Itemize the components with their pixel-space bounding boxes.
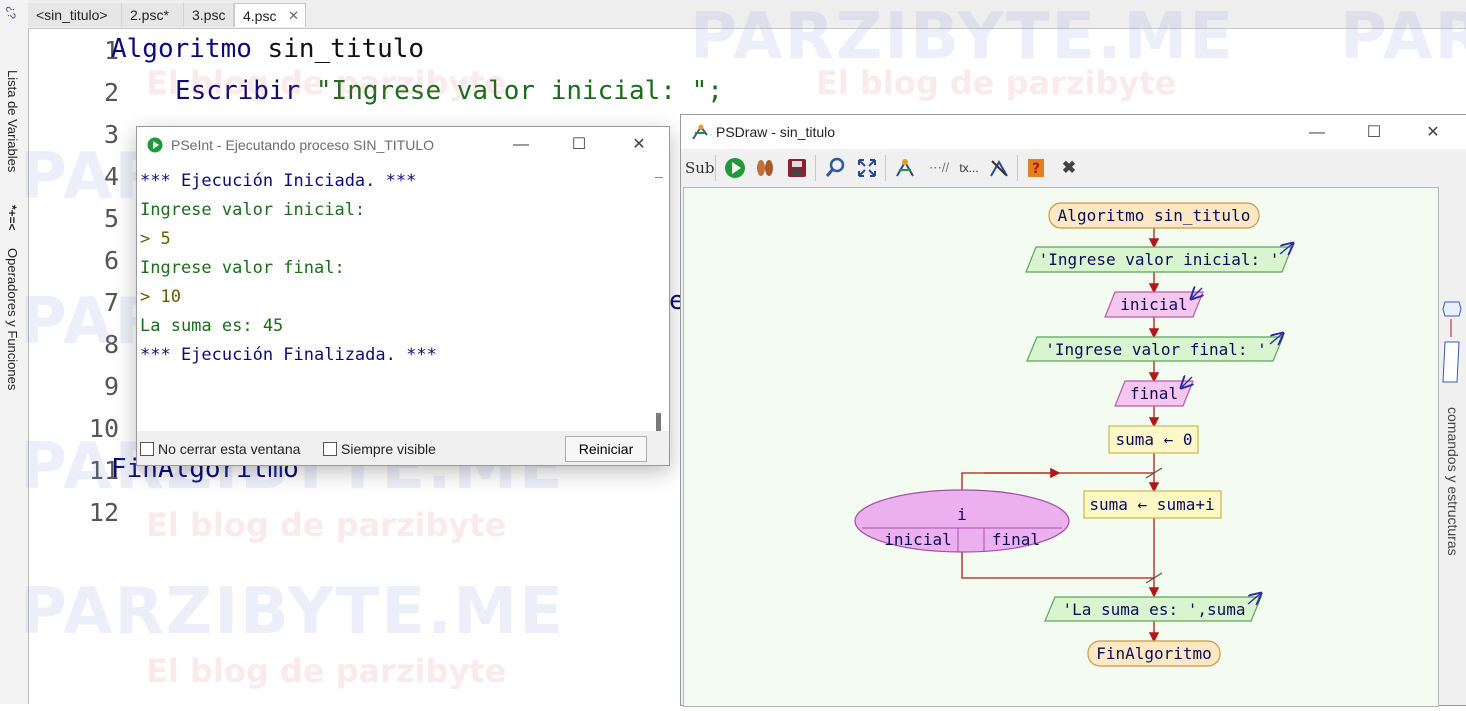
code-line-1: Algoritmo sin_titulo [111,34,424,64]
console-line: > 5 [140,229,171,249]
line-number: 9 [103,372,119,401]
tab-2-psc[interactable]: 2.psc* [122,3,184,27]
console-line: > 10 [140,287,181,307]
edit-shape-icon[interactable] [987,157,1011,179]
operators-functions-tab[interactable]: Operadores y Funciones [5,248,20,390]
flowchart-canvas[interactable]: Algoritmo sin_titulo 'Ingrese valor inic… [683,187,1439,707]
always-visible-checkbox[interactable]: Siempre visible [323,441,436,457]
loop-from: inicial [884,530,951,549]
loop-to: final [992,530,1040,549]
structure-preview-icon [1442,301,1462,383]
zoom-icon[interactable] [823,157,847,179]
toolbar-separator [815,155,816,181]
close-icon[interactable]: ✕ [1413,119,1453,147]
step-by-step-icon[interactable] [753,157,777,179]
line-number: 6 [103,246,119,275]
toolbar-separator [1017,155,1018,181]
psdraw-window: PSDraw - sin_titulo — ☐ ✕ Sub ⋯// tx... [680,114,1466,707]
fit-to-window-icon[interactable] [855,157,879,179]
string-literal: "Ingrese valor inicial: "; [315,76,723,106]
close-icon[interactable]: ✕ [619,131,659,159]
no-close-label: No cerrar esta ventana [158,441,301,457]
maximize-icon[interactable]: ☐ [1354,119,1394,147]
flowchart-diagram: Algoritmo sin_titulo 'Ingrese valor inic… [854,202,1438,667]
console-title: PSeInt - Ejecutando proceso SIN_TITULO [171,137,435,153]
tab-sin-titulo[interactable]: <sin_titulo> [28,3,122,27]
line-number: 3 [103,120,119,149]
flowchart-style-icon[interactable] [893,157,917,179]
end-label: FinAlgoritmo [1096,644,1212,663]
assignment-label: suma ← 0 [1115,430,1192,449]
psdraw-app-icon [692,124,708,140]
psdraw-title: PSDraw - sin_titulo [716,124,836,140]
assignment-label: suma ← suma+i [1089,495,1214,514]
tab-close-icon[interactable]: ✕ [288,4,299,28]
line-number: 11 [88,456,119,485]
line-number: 2 [103,78,119,107]
restart-button[interactable]: Reiniciar [565,436,647,462]
keyword-escribir: Escribir [175,76,301,106]
console-line: La suma es: 45 [140,316,284,336]
always-visible-label: Siempre visible [341,441,436,457]
svg-text:?: ? [1032,161,1040,177]
input-label: inicial [1120,295,1187,314]
pseint-play-icon [147,137,163,153]
line-number: 4 [103,162,119,191]
input-label: final [1130,384,1178,403]
output-label: 'La suma es: ',suma [1062,600,1245,619]
operators-glyph: *+=< [5,205,19,231]
run-icon[interactable] [723,157,747,179]
help-icon[interactable]: ? [1025,157,1049,179]
scrollbar-arrow[interactable] [655,177,663,178]
save-icon[interactable] [785,157,809,179]
line-number: 5 [103,204,119,233]
line-number: 1 [103,36,119,65]
toolbar-separator [715,155,716,181]
console-line: *** Ejecución Iniciada. *** [140,171,417,191]
tab-3-psc[interactable]: 3.psc [184,3,234,27]
console-footer: No cerrar esta ventana Siempre visible R… [137,431,669,465]
no-close-checkbox[interactable]: No cerrar esta ventana [140,441,300,457]
line-number: 8 [103,330,119,359]
psdraw-toolbar: Sub ⋯// tx... ? ✖ [681,149,1466,187]
close-diagram-icon[interactable]: ✖ [1057,157,1081,179]
line-number: 10 [88,414,119,443]
loop-variable: i [957,505,967,524]
help-glyph: ¿? [5,6,17,19]
variables-list-tab[interactable]: Lista de Variables [5,70,20,172]
start-label: Algoritmo sin_titulo [1058,206,1251,225]
subprocess-icon[interactable]: Sub [685,157,715,179]
console-line: Ingrese valor final: [140,258,345,278]
text-mode-icon[interactable]: tx... [957,157,981,179]
tab-4-psc[interactable]: 4.psc ✕ [234,3,306,27]
minimize-icon[interactable]: — [1297,119,1337,147]
algorithm-name: sin_titulo [267,34,425,64]
console-line: Ingrese valor inicial: [140,200,366,220]
left-side-panel: ¿? Lista de Variables *+=< Operadores y … [0,0,29,704]
console-line: *** Ejecución Finalizada. *** [140,345,437,365]
toolbar-separator [885,155,886,181]
minimize-icon[interactable]: — [501,131,541,159]
file-tab-bar: <sin_titulo> 2.psc* 3.psc 4.psc ✕ [28,0,1466,29]
maximize-icon[interactable]: ☐ [559,131,599,159]
tab-label: 4.psc [243,8,277,24]
comment-toggle-icon[interactable]: ⋯// [927,157,951,179]
console-titlebar[interactable]: PSeInt - Ejecutando proceso SIN_TITULO —… [137,127,669,163]
checkbox-box[interactable] [323,442,337,456]
code-line-2: Escribir "Ingrese valor inicial: "; [175,76,723,106]
keyword-algoritmo: Algoritmo [111,34,252,64]
line-number: 7 [103,288,119,317]
line-number: 12 [88,498,119,527]
output-label: 'Ingrese valor final: ' [1045,340,1267,359]
console-output: *** Ejecución Iniciada. *** Ingrese valo… [137,163,659,427]
commands-structures-panel[interactable]: comandos y estructuras [1439,187,1466,705]
execution-console-window: PSeInt - Ejecutando proceso SIN_TITULO —… [136,126,670,466]
checkbox-box[interactable] [140,442,154,456]
commands-structures-label: comandos y estructuras [1445,407,1461,556]
output-label: 'Ingrese valor inicial: ' [1039,250,1280,269]
psdraw-titlebar[interactable]: PSDraw - sin_titulo — ☐ ✕ [681,115,1466,149]
